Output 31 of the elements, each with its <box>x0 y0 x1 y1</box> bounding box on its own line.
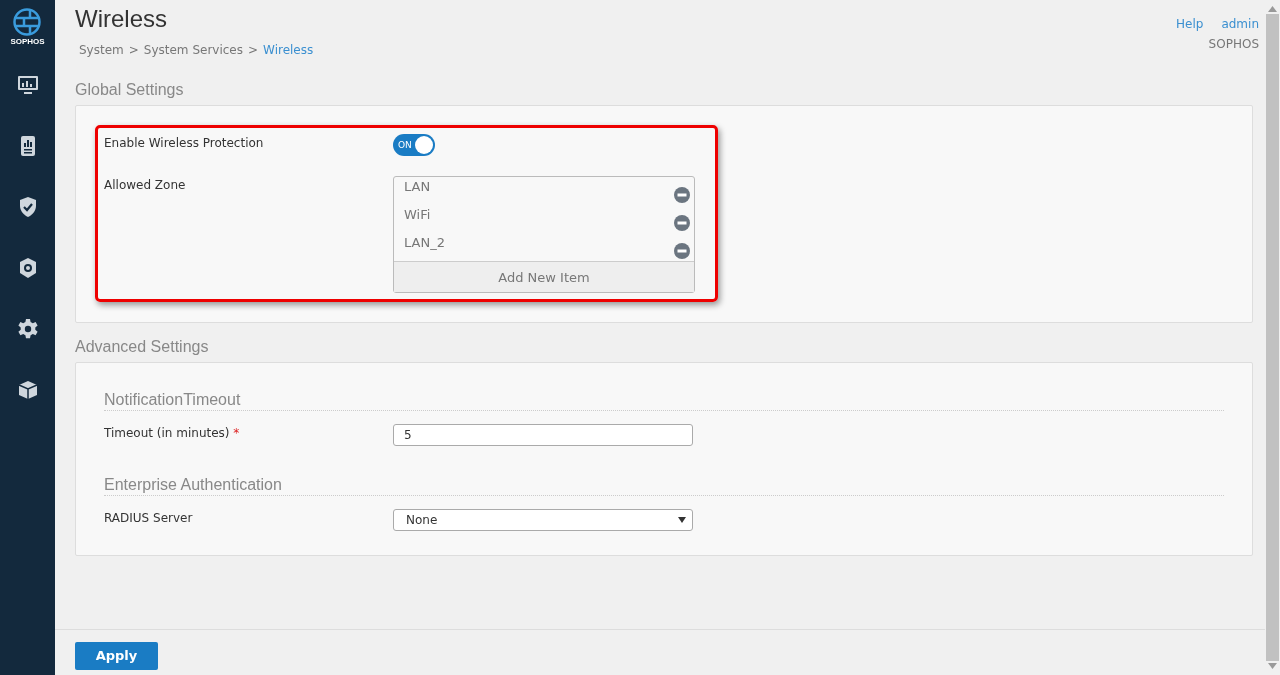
zone-item: LAN_2 <box>404 234 445 250</box>
globe-logo-icon <box>12 7 43 37</box>
radius-select[interactable]: None <box>393 509 693 531</box>
subsection-title: NotificationTimeout <box>104 391 1224 411</box>
breadcrumb-link[interactable]: System Services <box>143 43 243 57</box>
page-title: Wireless <box>75 5 168 33</box>
zone-item: WiFi <box>404 206 431 222</box>
field-label: Enable Wireless Protection <box>104 135 265 152</box>
toggle-switch[interactable]: ON <box>393 134 435 156</box>
caret-icon <box>678 517 686 523</box>
subsection-title: Enterprise Authentication <box>104 476 1224 496</box>
section-title: Advanced Settings <box>75 338 210 356</box>
remove-icon[interactable] <box>674 187 690 203</box>
timeout-input[interactable]: 5 <box>393 424 693 446</box>
apply-button[interactable]: Apply <box>75 641 158 670</box>
logo-text: SOPHOS <box>10 37 45 46</box>
account-name: SOPHOS <box>1208 37 1259 51</box>
header-link[interactable]: Help <box>1176 17 1204 31</box>
field-label: Timeout (in minutes) * <box>104 425 241 442</box>
breadcrumb-separator: > <box>128 43 139 57</box>
add-item-button[interactable]: Add New Item <box>394 261 694 292</box>
breadcrumb-separator: > <box>248 43 259 57</box>
section-title: Global Settings <box>75 81 185 99</box>
remove-icon[interactable] <box>674 215 690 231</box>
breadcrumb-link[interactable]: Wireless <box>263 43 314 57</box>
field-label: RADIUS Server <box>104 510 194 527</box>
remove-icon[interactable] <box>674 243 690 259</box>
header-link[interactable]: admin <box>1221 17 1259 31</box>
zone-item: LAN <box>404 178 431 194</box>
field-label: Allowed Zone <box>104 177 187 194</box>
breadcrumb-link[interactable]: System <box>79 43 124 57</box>
